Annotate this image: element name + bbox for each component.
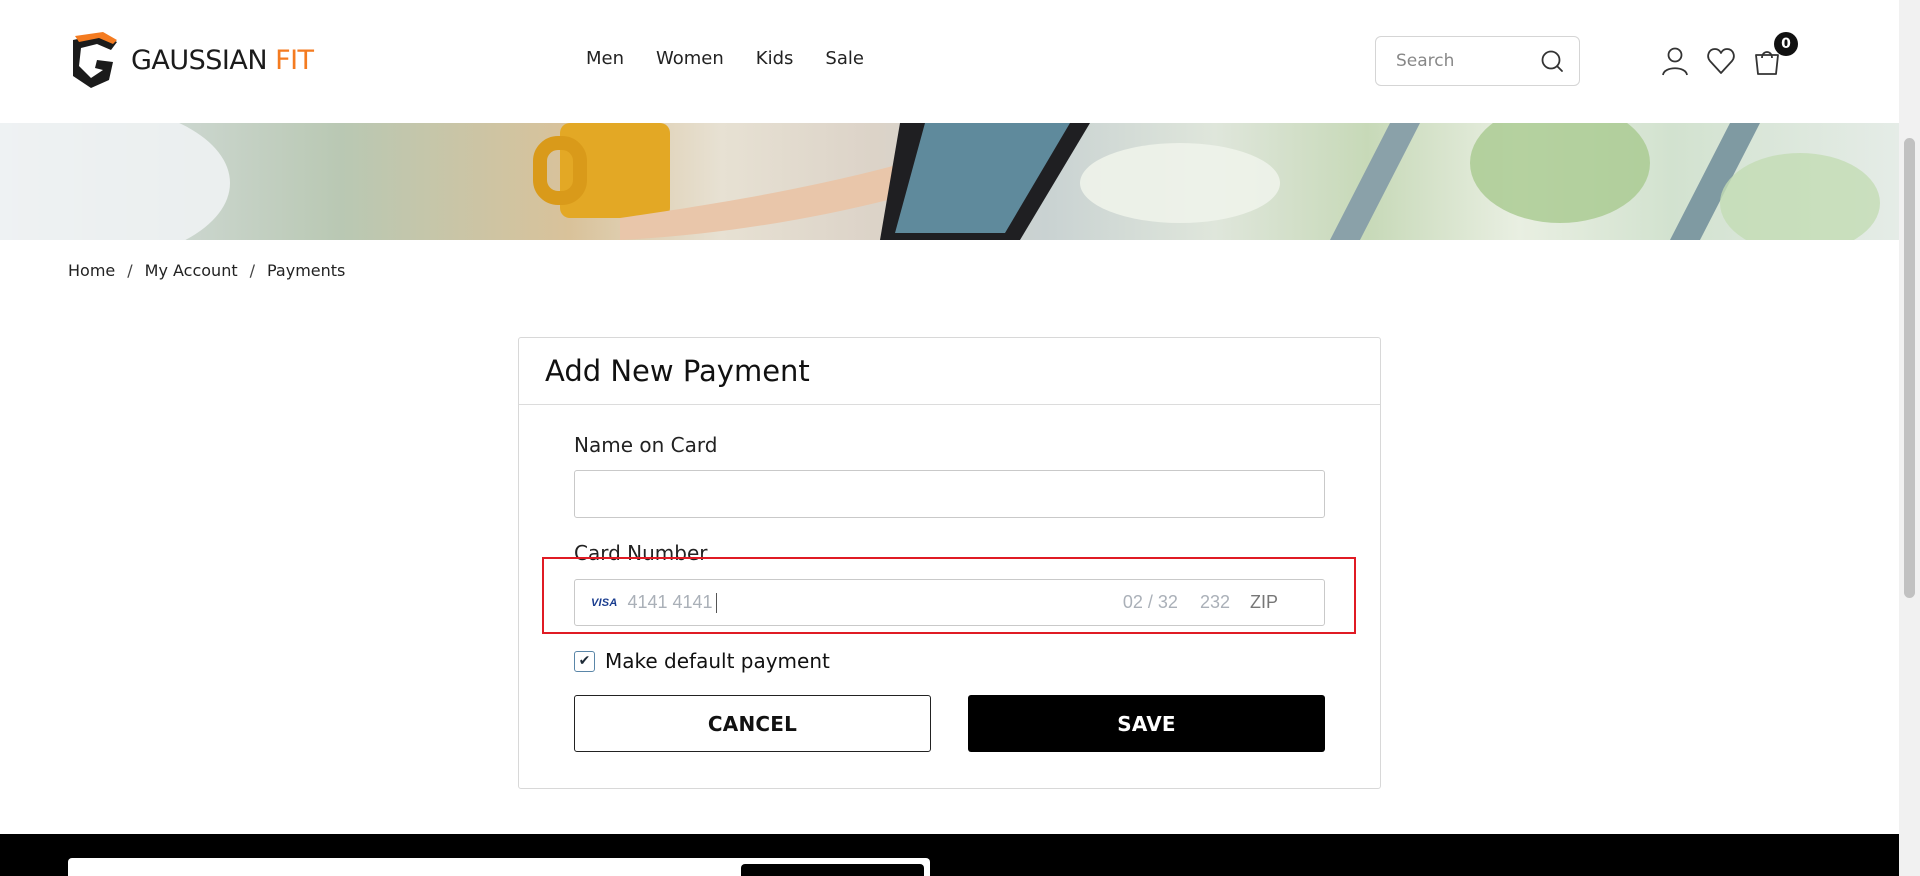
nav-sale[interactable]: Sale	[825, 48, 864, 69]
search-box	[1375, 36, 1580, 86]
search-input[interactable]	[1396, 51, 1536, 71]
cart-count-badge: 0	[1774, 32, 1798, 56]
name-on-card-input[interactable]	[574, 470, 1325, 518]
breadcrumb-current: Payments	[267, 261, 346, 280]
main-nav: Men Women Kids Sale	[586, 48, 864, 69]
heart-icon[interactable]	[1706, 46, 1736, 76]
user-icon[interactable]	[1660, 46, 1690, 76]
banner-photo	[0, 123, 1880, 240]
breadcrumb-separator: /	[249, 261, 255, 280]
site-footer	[0, 834, 1899, 876]
save-button[interactable]: SAVE	[968, 695, 1325, 752]
cancel-button[interactable]: CANCEL	[574, 695, 931, 752]
breadcrumb-separator: /	[127, 261, 133, 280]
newsletter-submit-button[interactable]	[741, 864, 924, 876]
highlight-box	[542, 557, 1356, 634]
breadcrumb-home[interactable]: Home	[68, 261, 115, 280]
site-header: GAUSSIANFIT Men Women Kids Sale 0	[0, 0, 1899, 123]
brand-name-part2: FIT	[275, 44, 314, 76]
page-title: Add New Payment	[545, 354, 810, 388]
brand-logo[interactable]: GAUSSIAN FIT	[67, 32, 314, 88]
default-payment-checkbox[interactable]: ✔	[574, 650, 595, 672]
nav-men[interactable]: Men	[586, 48, 624, 69]
divider	[519, 404, 1380, 405]
search-icon[interactable]	[1539, 48, 1565, 74]
breadcrumb-my-account[interactable]: My Account	[145, 261, 238, 280]
nav-women[interactable]: Women	[656, 48, 724, 69]
hero-banner-image	[0, 123, 1899, 240]
default-payment-label: Make default payment	[605, 649, 830, 673]
nav-kids[interactable]: Kids	[756, 48, 794, 69]
brand-name: GAUSSIAN FIT	[131, 45, 314, 76]
logo-mark-icon	[73, 32, 117, 88]
page-scrollbar[interactable]	[1899, 0, 1920, 876]
scrollbar-thumb[interactable]	[1904, 138, 1915, 598]
default-payment-row[interactable]: ✔ Make default payment	[574, 649, 830, 673]
brand-name-part1: GAUSSIAN	[131, 44, 268, 76]
breadcrumb: Home / My Account / Payments	[68, 261, 345, 280]
name-on-card-label: Name on Card	[574, 433, 718, 457]
